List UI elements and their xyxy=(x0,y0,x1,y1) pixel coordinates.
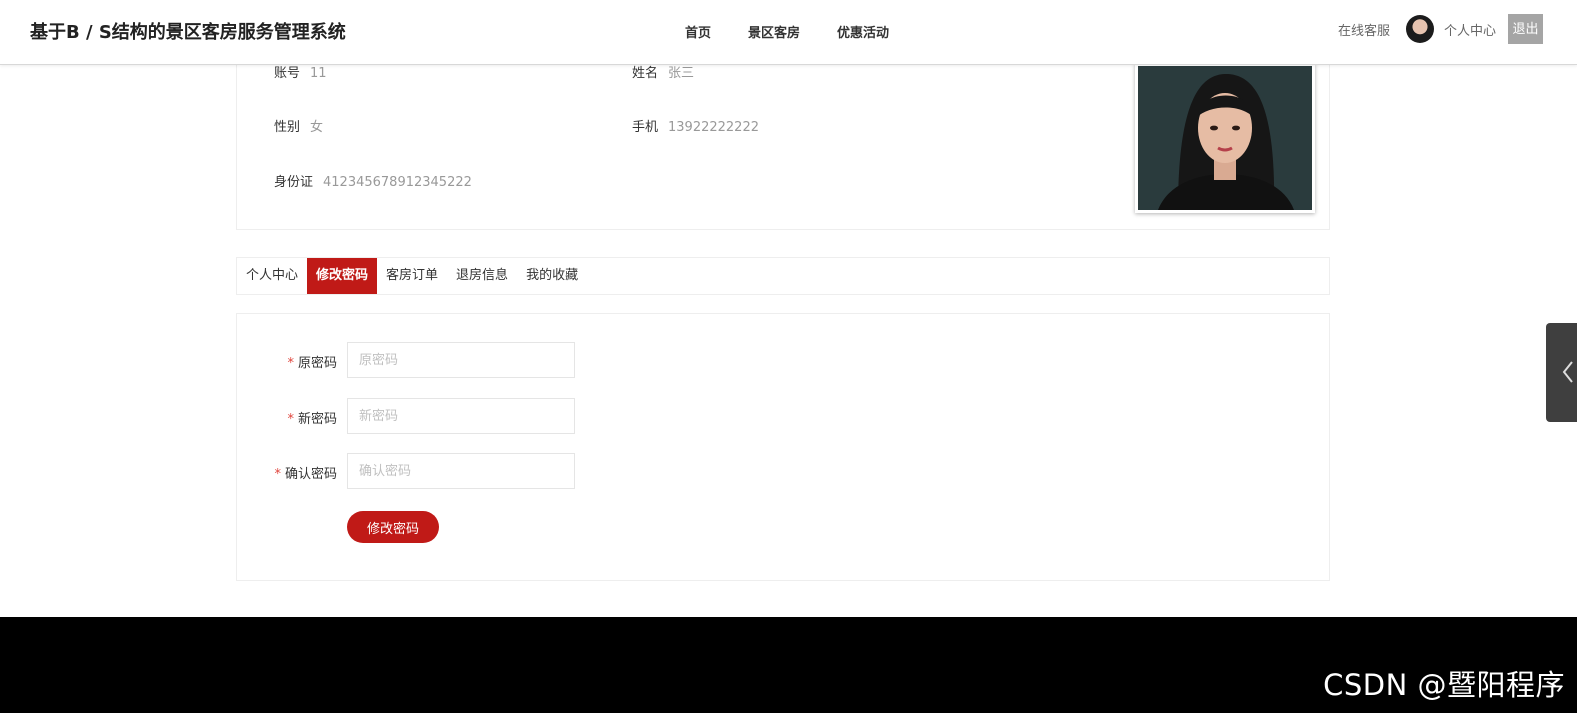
phone-label: 手机 xyxy=(632,120,659,135)
gender-value: 女 xyxy=(310,120,324,135)
confirm-password-row: * 确认密码 xyxy=(237,453,737,489)
tab-personal-center[interactable]: 个人中心 xyxy=(237,258,307,294)
nav-home[interactable]: 首页 xyxy=(685,22,711,41)
tab-checkout-info[interactable]: 退房信息 xyxy=(447,258,517,294)
site-title: 基于B / S结构的景区客房服务管理系统 xyxy=(30,22,346,43)
personal-center-link[interactable]: 个人中心 xyxy=(1444,20,1496,39)
chevron-left-icon xyxy=(1562,361,1573,383)
confirm-password-input[interactable] xyxy=(347,453,575,489)
phone-value: 13922222222 xyxy=(668,120,759,135)
nav-scenic-rooms[interactable]: 景区客房 xyxy=(748,22,800,41)
old-password-input[interactable] xyxy=(347,342,575,378)
online-service-link[interactable]: 在线客服 xyxy=(1338,20,1390,39)
new-password-row: * 新密码 xyxy=(237,398,737,434)
new-password-input[interactable] xyxy=(347,398,575,434)
tab-favorites[interactable]: 我的收藏 xyxy=(517,258,587,294)
top-header: 基于B / S结构的景区客房服务管理系统 首页 景区客房 优惠活动 在线客服 个… xyxy=(0,0,1577,65)
new-password-label: * 新密码 xyxy=(287,412,337,427)
change-password-form: * 原密码 * 新密码 * 确认密码 修改密码 xyxy=(236,313,1330,581)
change-password-button[interactable]: 修改密码 xyxy=(347,511,439,543)
header-user-area: 在线客服 个人中心 退出 xyxy=(1338,14,1543,44)
tab-room-orders[interactable]: 客房订单 xyxy=(377,258,447,294)
tab-change-password[interactable]: 修改密码 xyxy=(307,258,378,294)
required-mark: * xyxy=(274,467,281,482)
profile-photo xyxy=(1135,63,1315,213)
profile-tabs: 个人中心 修改密码 客房订单 退房信息 我的收藏 xyxy=(236,257,1330,295)
gender-field: 性别女 xyxy=(274,116,323,135)
nav-promotions[interactable]: 优惠活动 xyxy=(837,22,889,41)
old-password-row: * 原密码 xyxy=(237,342,737,378)
id-card-value: 412345678912345222 xyxy=(323,175,472,190)
phone-field: 手机 13922222222 xyxy=(632,116,759,135)
id-card-label: 身份证 xyxy=(274,175,314,190)
old-password-label: * 原密码 xyxy=(287,356,337,371)
account-value: 11 xyxy=(310,66,327,81)
portrait-image xyxy=(1138,66,1312,210)
side-panel-toggle[interactable] xyxy=(1546,323,1577,422)
required-mark: * xyxy=(287,356,294,371)
name-value: 张三 xyxy=(668,66,695,81)
gender-label: 性别 xyxy=(274,120,301,135)
id-card-field: 身份证 412345678912345222 xyxy=(274,171,472,190)
avatar[interactable] xyxy=(1405,15,1434,43)
required-mark: * xyxy=(287,412,294,427)
main-nav: 首页 景区客房 优惠活动 xyxy=(685,22,926,41)
watermark: CSDN @暨阳程序 xyxy=(1323,668,1565,702)
confirm-password-label: * 确认密码 xyxy=(274,467,337,482)
profile-card: 账号 11 姓名 张三 性别女 手机 13922222222 身份证 412345678… xyxy=(236,40,1330,230)
name-label: 姓名 xyxy=(632,66,659,81)
account-label: 账号 xyxy=(274,66,301,81)
logout-button[interactable]: 退出 xyxy=(1508,14,1543,44)
